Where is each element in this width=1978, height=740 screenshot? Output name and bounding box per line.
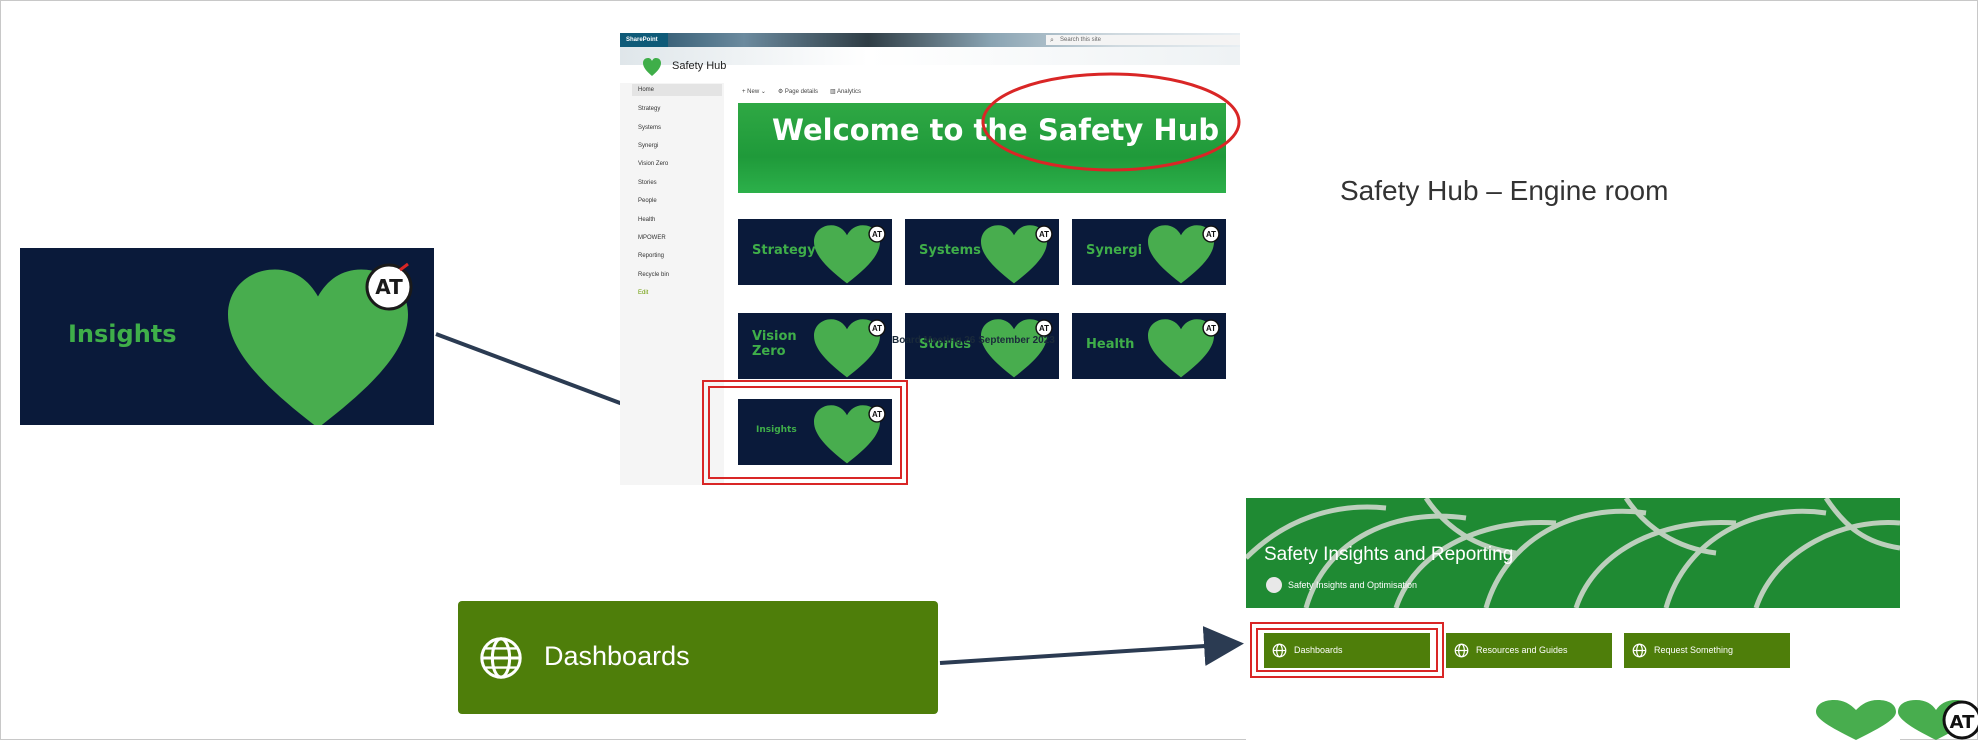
avatar <box>1266 577 1282 593</box>
at-badge-text: AT <box>1950 712 1976 733</box>
sp-command-bar: + New ⌄ ⚙ Page details ▥ Analytics <box>742 88 861 95</box>
sp-nav-strategy[interactable]: Strategy <box>638 106 660 112</box>
request-something-button[interactable]: Request Something <box>1624 633 1790 668</box>
at-logo-icon: AT <box>1202 319 1220 337</box>
globe-icon <box>480 637 522 679</box>
sp-nav-edit[interactable]: Edit <box>638 290 648 296</box>
sp-nav-reporting[interactable]: Reporting <box>638 253 664 259</box>
sp-brand[interactable]: SharePoint <box>620 33 668 47</box>
sp-nav-mpower[interactable]: MPOWER <box>638 235 666 241</box>
slide-heading: Safety Hub – Engine room <box>1340 175 1669 206</box>
sp-tile-label: Synergi <box>1086 243 1143 258</box>
sp-tile-label: Systems <box>919 243 981 258</box>
sp-cmd-new[interactable]: + New ⌄ <box>742 88 766 95</box>
sp-nav-recycle-bin[interactable]: Recycle bin <box>638 272 669 278</box>
dashboards-label: Dashboards <box>544 641 690 671</box>
globe-icon <box>1454 643 1469 658</box>
at-logo-icon: AT <box>1035 225 1053 243</box>
sp-nav-systems[interactable]: Systems <box>638 125 661 131</box>
sp-nav-synergi[interactable]: Synergi <box>638 143 658 149</box>
site-logo-icon <box>643 58 661 76</box>
board-meeting-overlay: Board Meeting 26 September 2023 <box>892 335 1055 346</box>
annotation-box-dashboards-inner <box>1256 628 1438 672</box>
search-icon: ⌕ <box>1050 37 1054 44</box>
at-logo-icon: AT <box>868 225 886 243</box>
at-badge-text: AT <box>1206 230 1216 239</box>
sp-search-input[interactable]: ⌕ Search this site <box>1046 35 1240 45</box>
at-badge-text: AT <box>1039 324 1049 333</box>
sp-tile-vision-zero[interactable]: Vision Zero AT <box>738 313 892 379</box>
sp-tile-strategy[interactable]: Strategy AT <box>738 219 892 285</box>
annotation-box-insights-inner <box>708 386 902 479</box>
insights-site-title[interactable]: Safety Insights and Reporting <box>1264 544 1513 566</box>
sp-tile-systems[interactable]: Systems AT <box>905 219 1059 285</box>
at-badge-text: AT <box>1206 324 1216 333</box>
button-label: Request Something <box>1654 645 1734 655</box>
button-label: Resources and Guides <box>1476 645 1568 655</box>
insights-site-banner: Safety Insights and Reporting Safety Ins… <box>1246 498 1900 608</box>
at-logo-icon: AT <box>868 319 886 337</box>
sp-tile-label: Health <box>1086 337 1135 352</box>
sp-cmd-page-details[interactable]: ⚙ Page details <box>778 88 818 95</box>
dashboards-button-large[interactable]: Dashboards <box>458 601 938 714</box>
annotation-ellipse <box>981 72 1241 172</box>
at-badge-text: AT <box>1039 230 1049 239</box>
sp-cmd-analytics[interactable]: ▥ Analytics <box>830 88 861 95</box>
sp-search-placeholder: Search this site <box>1060 37 1102 43</box>
sp-nav-health[interactable]: Health <box>638 217 655 223</box>
sp-tile-stories[interactable]: Stories AT <box>905 313 1059 379</box>
sp-tile-label: Strategy <box>752 243 816 258</box>
at-badge-text: AT <box>872 230 882 239</box>
corner-heart-logo-icon: AT <box>1816 700 1978 740</box>
sp-tile-label: Vision Zero <box>752 329 797 359</box>
sp-nav-home[interactable]: Home <box>638 87 654 93</box>
sp-nav-stories[interactable]: Stories <box>638 180 657 186</box>
sp-tile-health[interactable]: Health AT <box>1072 313 1226 379</box>
at-logo-icon: AT <box>1202 225 1220 243</box>
resources-and-guides-button[interactable]: Resources and Guides <box>1446 633 1612 668</box>
sp-nav-vision-zero[interactable]: Vision Zero <box>638 161 668 167</box>
at-badge-text: AT <box>872 324 882 333</box>
globe-icon <box>1632 643 1647 658</box>
insights-site-screenshot: Safety Insights and Reporting Safety Ins… <box>1246 498 1900 740</box>
sp-nav-people[interactable]: People <box>638 198 657 204</box>
insights-site-subtitle: Safety Insights and Optimisation <box>1288 580 1418 590</box>
sp-tile-synergi[interactable]: Synergi AT <box>1072 219 1226 285</box>
sp-site-title[interactable]: Safety Hub <box>672 60 726 72</box>
